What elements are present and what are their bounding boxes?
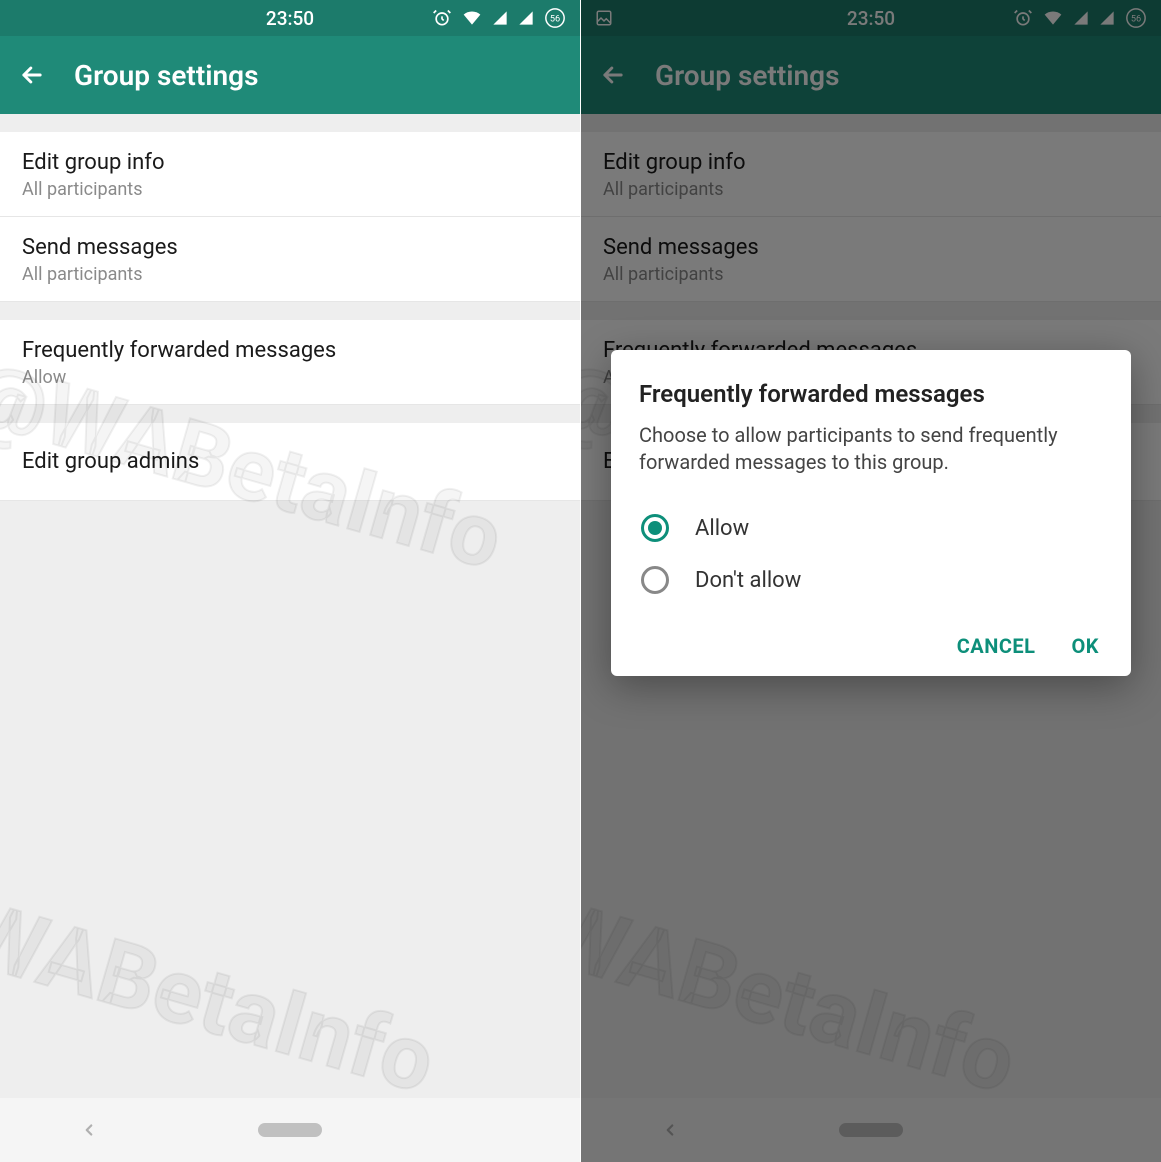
- setting-edit-group-info[interactable]: Edit group info All participants: [0, 132, 580, 217]
- nav-back-icon[interactable]: [80, 1121, 98, 1139]
- item-title: Frequently forwarded messages: [22, 338, 558, 363]
- setting-send-messages[interactable]: Send messages All participants: [0, 217, 580, 302]
- radio-label: Don't allow: [695, 568, 801, 593]
- dialog-title: Frequently forwarded messages: [639, 380, 1103, 408]
- dialog-actions: CANCEL OK: [639, 634, 1103, 658]
- signal-icon-2: [518, 10, 534, 26]
- signal-icon-1: [492, 10, 508, 26]
- settings-list: Edit group info All participants Send me…: [0, 114, 580, 1098]
- radio-option-allow[interactable]: Allow: [639, 502, 1103, 554]
- ok-button[interactable]: OK: [1071, 634, 1099, 658]
- radio-label: Allow: [695, 516, 749, 541]
- wifi-icon: [462, 8, 482, 28]
- radio-icon: [641, 514, 669, 542]
- radio-option-dont-allow[interactable]: Don't allow: [639, 554, 1103, 606]
- item-title: Send messages: [22, 235, 558, 260]
- back-icon[interactable]: [18, 61, 46, 89]
- alarm-icon: [432, 8, 452, 28]
- screen-left: 23:50 56 Group settings Edit group info …: [0, 0, 580, 1162]
- dialog-description: Choose to allow participants to send fre…: [639, 422, 1103, 476]
- item-sub: Allow: [22, 367, 558, 388]
- cancel-button[interactable]: CANCEL: [957, 634, 1036, 658]
- battery-icon: 56: [544, 7, 566, 29]
- app-bar: Group settings: [0, 36, 580, 114]
- dialog-frequently-forwarded: Frequently forwarded messages Choose to …: [611, 350, 1131, 676]
- setting-edit-group-admins[interactable]: Edit group admins: [0, 423, 580, 501]
- nav-home-pill[interactable]: [258, 1123, 322, 1137]
- navigation-bar: [0, 1098, 580, 1162]
- screen-right: 23:50 56 Group settings Edit group info …: [581, 0, 1161, 1162]
- svg-text:56: 56: [550, 15, 560, 25]
- status-bar: 23:50 56: [0, 0, 580, 36]
- page-title: Group settings: [74, 59, 258, 92]
- watermark: @WABetaInfo: [0, 859, 446, 1098]
- radio-icon: [641, 566, 669, 594]
- item-sub: All participants: [22, 264, 558, 285]
- item-title: Edit group admins: [22, 449, 558, 474]
- item-sub: All participants: [22, 179, 558, 200]
- setting-frequently-forwarded[interactable]: Frequently forwarded messages Allow: [0, 320, 580, 405]
- item-title: Edit group info: [22, 150, 558, 175]
- status-time: 23:50: [266, 7, 314, 30]
